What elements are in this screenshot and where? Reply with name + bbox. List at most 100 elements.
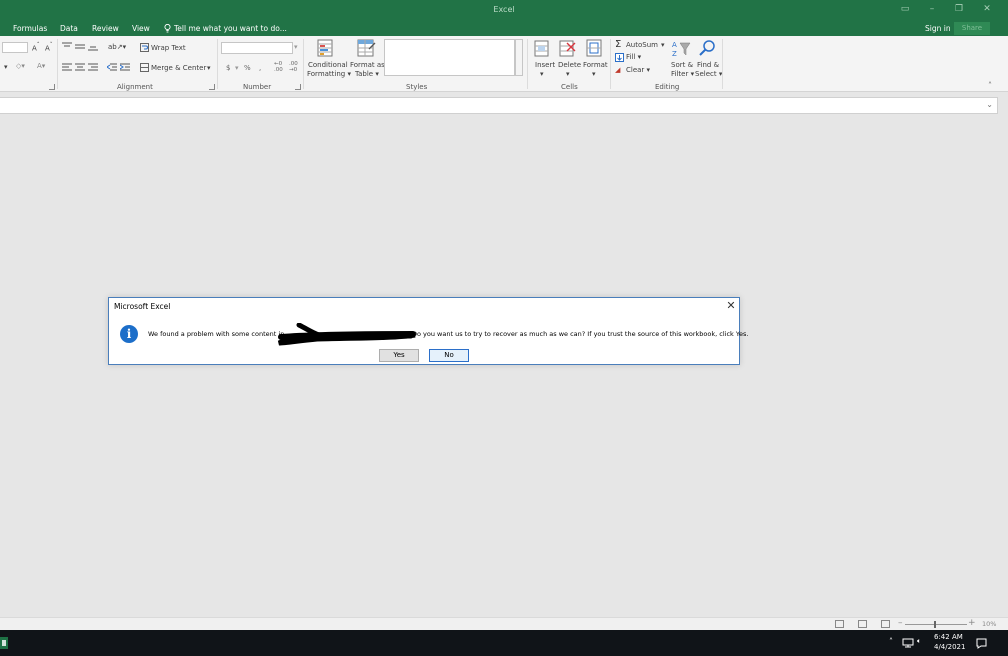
clock-time[interactable]: 6:42 AM — [934, 633, 963, 641]
orientation-icon[interactable]: ab↗▾ — [108, 43, 126, 51]
number-format-combo[interactable] — [221, 42, 293, 54]
format-button[interactable]: Format — [583, 61, 608, 69]
page-layout-view-icon[interactable] — [858, 620, 867, 628]
zoom-in-icon[interactable]: + — [968, 618, 976, 628]
show-hidden-icons-icon[interactable]: ˄ — [889, 637, 893, 646]
sign-in-link[interactable]: Sign in — [925, 24, 951, 33]
percent-button[interactable]: % — [244, 64, 251, 72]
currency-button[interactable]: $ — [226, 64, 230, 72]
cell-styles-gallery[interactable] — [384, 39, 515, 76]
conditional-formatting-label-2[interactable]: Formatting ▾ — [307, 70, 351, 78]
increase-indent-icon[interactable] — [119, 63, 130, 74]
clear-button[interactable]: Clear ▾ — [626, 66, 650, 74]
bottom-align-icon[interactable] — [88, 42, 98, 53]
format-cells-icon — [586, 39, 604, 60]
decrease-indent-icon[interactable] — [106, 63, 117, 74]
decrease-decimal-icon[interactable]: .00 →0 — [289, 61, 298, 73]
alignment-dialog-launcher-icon[interactable] — [209, 84, 215, 90]
zoom-slider-thumb[interactable] — [934, 621, 936, 628]
autosum-button[interactable]: AutoSum — [626, 41, 658, 49]
tab-formulas[interactable]: Formulas — [13, 24, 47, 33]
page-break-preview-icon[interactable] — [881, 620, 890, 628]
styles-gallery-scroll[interactable] — [515, 39, 523, 76]
group-separator — [527, 39, 528, 89]
clear-eraser-icon: ◢ — [615, 66, 621, 74]
tab-data[interactable]: Data — [60, 24, 78, 33]
find-select-label-2[interactable]: Select ▾ — [695, 70, 722, 78]
format-as-table-label-1[interactable]: Format as — [350, 61, 385, 69]
format-dropdown-icon[interactable]: ▾ — [592, 70, 596, 78]
share-button[interactable]: Share — [954, 22, 990, 35]
clock-date[interactable]: 4/4/2021 — [934, 643, 965, 651]
editing-group-label: Editing — [655, 83, 680, 91]
sort-filter-label-1[interactable]: Sort & — [671, 61, 693, 69]
insert-dropdown-icon[interactable]: ▾ — [540, 70, 544, 78]
font-size-combo[interactable] — [2, 42, 28, 53]
volume-icon[interactable]: 🔈︎ — [917, 637, 921, 646]
top-align-icon[interactable] — [62, 42, 72, 53]
decrease-font-icon[interactable]: Aˇ — [45, 43, 53, 52]
autosum-dropdown-icon[interactable]: ▾ — [661, 41, 665, 49]
dialog-message-start: We found a problem with some content in — [148, 330, 285, 338]
close-window-icon[interactable]: ✕ — [980, 3, 994, 15]
formula-bar[interactable]: ⌄ — [0, 97, 998, 114]
no-button[interactable]: No — [429, 349, 469, 362]
excel-taskbar-icon[interactable] — [0, 637, 8, 649]
minimize-icon[interactable]: – — [925, 3, 939, 15]
fill-button[interactable]: Fill ▾ — [626, 53, 641, 61]
find-select-icon — [698, 39, 716, 60]
collapse-ribbon-icon[interactable]: ˄ — [988, 81, 992, 90]
comma-button[interactable]: , — [259, 64, 261, 72]
tab-view[interactable]: View — [132, 24, 150, 33]
notifications-icon[interactable] — [976, 638, 987, 651]
yes-button[interactable]: Yes — [379, 349, 419, 362]
zoom-level[interactable]: 10% — [982, 620, 996, 628]
insert-button[interactable]: Insert — [535, 61, 555, 69]
expand-formula-bar-icon[interactable]: ⌄ — [986, 100, 993, 109]
delete-button[interactable]: Delete — [558, 61, 581, 69]
network-icon[interactable] — [902, 638, 914, 650]
tab-review[interactable]: Review — [92, 24, 119, 33]
conditional-formatting-label-1[interactable]: Conditional — [308, 61, 348, 69]
lightbulb-icon — [164, 24, 171, 33]
font-dialog-launcher-icon[interactable] — [49, 84, 55, 90]
currency-dropdown-icon[interactable]: ▾ — [235, 64, 239, 72]
delete-cells-icon — [559, 40, 577, 60]
number-format-dropdown-icon[interactable]: ▾ — [294, 43, 298, 51]
align-center-icon[interactable] — [75, 63, 85, 74]
restore-icon[interactable]: ❐ — [952, 3, 966, 15]
merge-dropdown-icon[interactable]: ▾ — [207, 64, 211, 72]
zoom-slider[interactable] — [905, 624, 967, 625]
wrap-text-button[interactable]: Wrap Text — [151, 44, 186, 52]
increase-font-icon[interactable]: Aˆ — [32, 43, 40, 52]
group-separator — [57, 39, 58, 89]
align-left-icon[interactable] — [62, 63, 72, 74]
borders-dropdown-icon[interactable]: ▾ — [4, 63, 8, 71]
conditional-formatting-icon — [317, 39, 337, 61]
dialog-message-end: Do you want us to try to recover as much… — [412, 330, 749, 338]
format-as-table-label-2[interactable]: Table ▾ — [355, 70, 379, 78]
fill-color-icon[interactable]: ◇▾ — [16, 62, 25, 70]
fill-icon — [615, 53, 624, 64]
align-right-icon[interactable] — [88, 63, 98, 74]
normal-view-icon[interactable] — [835, 620, 844, 628]
zoom-out-icon[interactable]: – — [898, 618, 903, 628]
ribbon-display-options-icon[interactable]: ▭ — [898, 3, 912, 15]
sort-filter-label-2[interactable]: Filter ▾ — [671, 70, 694, 78]
merge-center-button[interactable]: Merge & Center — [151, 64, 206, 72]
increase-decimal-icon[interactable]: ←0.00 — [274, 61, 283, 73]
wrap-text-icon — [140, 43, 149, 54]
group-separator — [722, 39, 723, 89]
dialog-close-icon[interactable]: ✕ — [725, 300, 737, 312]
delete-dropdown-icon[interactable]: ▾ — [566, 70, 570, 78]
tell-me-search[interactable]: Tell me what you want to do... — [164, 24, 287, 33]
svg-text:A: A — [672, 41, 677, 49]
taskbar: ˄ 🔈︎ 6:42 AM 4/4/2021 — [0, 630, 1008, 656]
svg-text:Z: Z — [672, 50, 677, 58]
cells-group-label: Cells — [561, 83, 578, 91]
middle-align-icon[interactable] — [75, 42, 85, 53]
group-separator — [303, 39, 304, 89]
font-color-icon[interactable]: A▾ — [37, 62, 45, 70]
find-select-label-1[interactable]: Find & — [697, 61, 719, 69]
number-dialog-launcher-icon[interactable] — [295, 84, 301, 90]
